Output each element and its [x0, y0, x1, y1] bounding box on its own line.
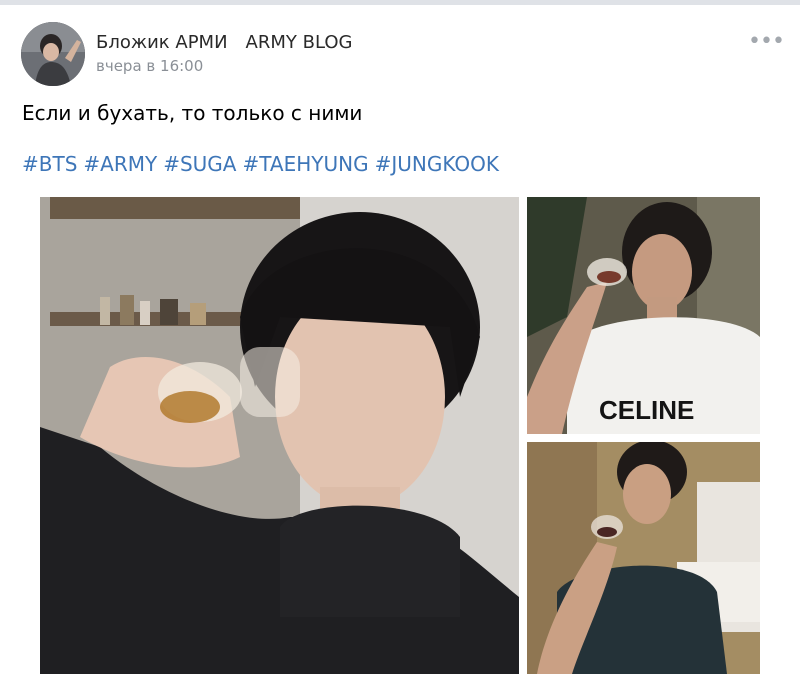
post-text: Если и бухать, то только с ними: [22, 101, 363, 125]
photo-main[interactable]: [40, 197, 519, 674]
hashtag-bts[interactable]: #BTS: [22, 152, 77, 176]
avatar[interactable]: [21, 22, 85, 86]
hashtag-suga[interactable]: #SUGA: [163, 152, 236, 176]
hashtag-army[interactable]: #ARMY: [83, 152, 157, 176]
hashtags: #BTS #ARMY #SUGA #TAEHYUNG #JUNGKOOK: [22, 152, 505, 176]
author-name[interactable]: Бложик АРМИ: [96, 32, 228, 53]
photo-top-right[interactable]: CELINE: [527, 197, 760, 434]
post-time[interactable]: вчера в 16:00: [96, 57, 203, 75]
hashtag-jungkook[interactable]: #JUNGKOOK: [375, 152, 499, 176]
blog-name[interactable]: ARMY BLOG: [246, 32, 353, 53]
author-line: Бложик АРМИ ARMY BLOG: [96, 32, 352, 53]
shirt-brand-text: CELINE: [599, 395, 694, 425]
photo-bottom-right[interactable]: [527, 442, 760, 674]
top-divider: [0, 0, 800, 5]
hashtag-taehyung[interactable]: #TAEHYUNG: [242, 152, 368, 176]
more-dots-icon[interactable]: •••: [748, 31, 785, 53]
